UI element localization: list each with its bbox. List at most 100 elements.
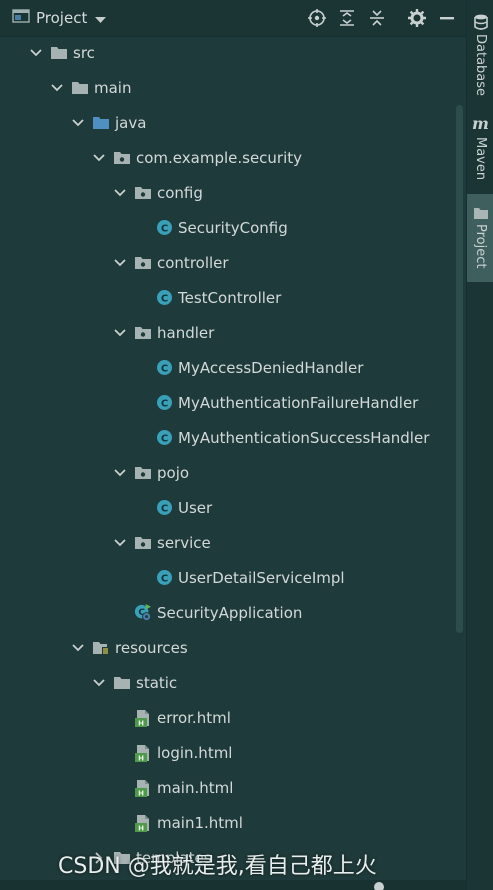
project-tree[interactable]: src main java com.example.security config C Se…	[0, 36, 466, 890]
tree-item-label: MyAuthenticationSuccessHandler	[178, 428, 430, 447]
svg-text:C: C	[160, 293, 167, 304]
tab-database[interactable]: Database	[467, 6, 493, 102]
tree-item-label: MyAuthenticationFailureHandler	[178, 393, 419, 412]
folder-icon	[113, 674, 131, 692]
tree-item-label: pojo	[157, 463, 190, 482]
svg-text:C: C	[160, 573, 167, 584]
chevron-down-icon[interactable]	[114, 537, 126, 549]
html-file-icon: H	[134, 814, 152, 832]
tree-item-label: login.html	[157, 743, 233, 762]
hide-panel-icon[interactable]	[432, 3, 462, 33]
tree-item[interactable]: C MyAuthenticationSuccessHandler	[0, 420, 466, 455]
svg-text:H: H	[138, 754, 144, 762]
tree-item[interactable]: C MyAuthenticationFailureHandler	[0, 385, 466, 420]
html-file-icon: H	[134, 744, 152, 762]
tree-item[interactable]: config	[0, 175, 466, 210]
collapse-all-icon[interactable]	[362, 3, 392, 33]
svg-text:C: C	[160, 398, 167, 409]
svg-text:C: C	[160, 223, 167, 234]
vertical-scrollbar[interactable]	[456, 105, 463, 633]
tab-maven[interactable]: m Maven	[467, 112, 493, 192]
tab-project-label: Project	[473, 224, 488, 269]
tree-item[interactable]: src	[0, 36, 466, 70]
svg-text:H: H	[138, 789, 144, 797]
class-icon: C	[155, 219, 173, 237]
right-tool-window-bar: Database m Maven Project	[466, 0, 493, 890]
tree-item[interactable]: main	[0, 70, 466, 105]
tree-item-label: main	[94, 78, 132, 97]
class-icon: C	[155, 289, 173, 307]
tree-item[interactable]: static	[0, 665, 466, 700]
tree-item[interactable]: Hlogin.html	[0, 735, 466, 770]
tree-item[interactable]: com.example.security	[0, 140, 466, 175]
tree-item[interactable]: C TestController	[0, 280, 466, 315]
class-icon: C	[155, 429, 173, 447]
tree-item-label: error.html	[157, 708, 231, 727]
tree-item-label: UserDetailServiceImpl	[178, 568, 345, 587]
tree-item[interactable]: C UserDetailServiceImpl	[0, 560, 466, 595]
tree-item-label: main.html	[157, 778, 234, 797]
gear-icon[interactable]	[402, 3, 432, 33]
tree-item-label: SecurityConfig	[178, 218, 288, 237]
tree-item-label: src	[73, 43, 95, 62]
resources-folder-icon	[92, 639, 110, 657]
tree-item-label: User	[178, 498, 213, 517]
tree-item-label: SecurityApplication	[157, 603, 303, 622]
package-icon	[113, 149, 131, 167]
select-opened-file-icon[interactable]	[302, 3, 332, 33]
tree-item[interactable]: C SecurityApplication	[0, 595, 466, 630]
tree-item[interactable]: pojo	[0, 455, 466, 490]
tree-item-label: MyAccessDeniedHandler	[178, 358, 364, 377]
chevron-down-icon[interactable]	[30, 47, 42, 59]
tree-item-label: com.example.security	[136, 148, 303, 167]
tree-item-label: config	[157, 183, 203, 202]
tree-item[interactable]: Hmain1.html	[0, 805, 466, 840]
project-panel-header: Project	[0, 0, 466, 37]
package-icon	[134, 464, 152, 482]
tree-item[interactable]: C MyAccessDeniedHandler	[0, 350, 466, 385]
tab-project[interactable]: Project	[467, 194, 493, 282]
tree-item[interactable]: Hmain.html	[0, 770, 466, 805]
tree-item-label: service	[157, 533, 211, 552]
tree-item[interactable]: C SecurityConfig	[0, 210, 466, 245]
chevron-down-icon[interactable]	[93, 677, 105, 689]
package-icon	[134, 184, 152, 202]
project-view-selector[interactable]: Project	[0, 8, 107, 28]
chevron-down-icon[interactable]	[114, 327, 126, 339]
tree-item-label: resources	[115, 638, 188, 657]
svg-text:C: C	[160, 363, 167, 374]
spring-boot-class-icon: C	[134, 603, 152, 622]
chevron-down-icon[interactable]	[72, 117, 84, 129]
folder-icon	[50, 44, 68, 62]
tree-item[interactable]: controller	[0, 245, 466, 280]
status-indicator-icon	[374, 882, 384, 890]
database-icon	[473, 14, 488, 30]
svg-text:C: C	[160, 503, 167, 514]
tree-item[interactable]: C User	[0, 490, 466, 525]
svg-text:H: H	[138, 719, 144, 727]
tab-database-label: Database	[473, 34, 488, 97]
chevron-down-icon[interactable]	[114, 467, 126, 479]
folder-icon	[473, 208, 488, 219]
tree-item[interactable]: service	[0, 525, 466, 560]
panel-title: Project	[36, 9, 88, 27]
package-icon	[134, 324, 152, 342]
tree-item-label: controller	[157, 253, 229, 272]
chevron-down-icon[interactable]	[114, 257, 126, 269]
expand-all-icon[interactable]	[332, 3, 362, 33]
tree-item[interactable]: handler	[0, 315, 466, 350]
tree-item[interactable]: Herror.html	[0, 700, 466, 735]
svg-text:H: H	[138, 824, 144, 832]
csdn-watermark: CSDN @我就是我,看自己都上火	[58, 854, 377, 879]
chevron-down-icon[interactable]	[93, 152, 105, 164]
chevron-down-icon[interactable]	[95, 9, 107, 28]
folder-icon	[71, 79, 89, 97]
html-file-icon: H	[134, 779, 152, 797]
chevron-down-icon[interactable]	[114, 187, 126, 199]
bottom-status-strip	[0, 880, 466, 890]
package-icon	[134, 534, 152, 552]
tree-item[interactable]: resources	[0, 630, 466, 665]
chevron-down-icon[interactable]	[51, 82, 63, 94]
chevron-down-icon[interactable]	[72, 642, 84, 654]
tree-item[interactable]: java	[0, 105, 466, 140]
